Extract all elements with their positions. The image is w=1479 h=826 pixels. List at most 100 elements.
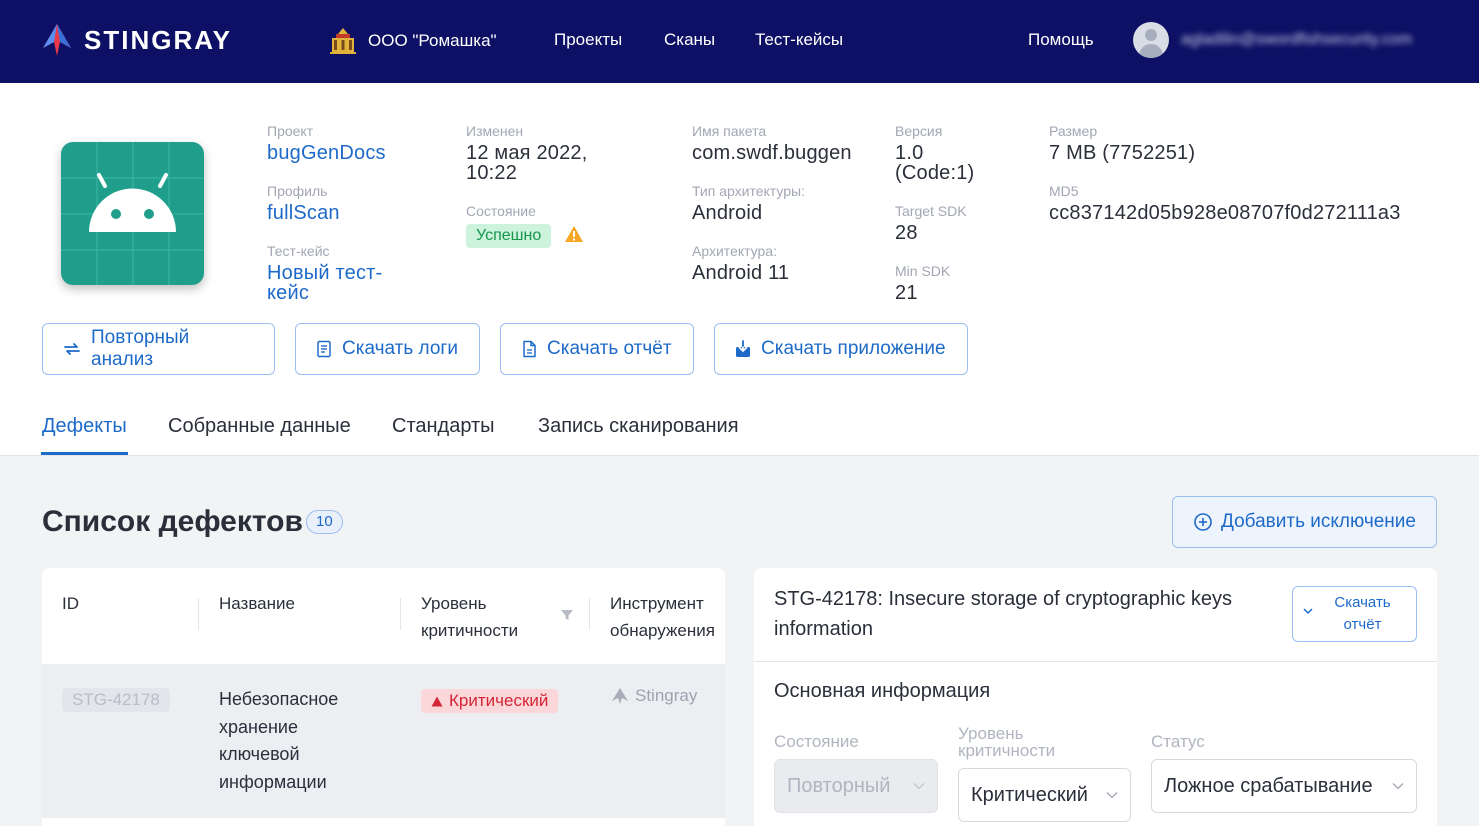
defect-name-line: хранение [219, 716, 298, 737]
basic-info-heading: Основная информация [774, 680, 991, 702]
defect-detail-title-line2: information [774, 618, 873, 640]
status-badge: Успешно [466, 224, 552, 248]
column-header-severity-line1: Уровень [421, 594, 487, 613]
column-header-id[interactable]: ID [62, 590, 79, 617]
severity-badge-label: Критический [449, 691, 549, 710]
top-navigation-bar: STINGRAY ООО "Ромашка" Проекты Сканы Тес… [0, 0, 1479, 83]
defects-list-title: Список дефектов [42, 505, 303, 538]
nav-test-cases[interactable]: Тест-кейсы [755, 30, 843, 50]
warning-icon[interactable] [564, 225, 584, 243]
download-app-button[interactable]: Скачать приложение [714, 323, 968, 375]
changed-date: 12 мая 2022, [466, 142, 588, 164]
md5-field: MD5 cc837142d05b928e08707f0d272111a3 [1049, 183, 1401, 223]
size-label: Размер [1049, 123, 1098, 139]
nav-help[interactable]: Помощь [1028, 30, 1094, 50]
state-select-value: Повторный [787, 774, 891, 797]
arch-label: Архитектура: [692, 243, 777, 259]
divider [754, 661, 1437, 662]
app-android-icon [61, 142, 204, 285]
column-header-tool-line2: обнаружения [610, 621, 715, 640]
version-value: 1.0 (Code:1) [895, 143, 974, 183]
project-label: Проект [267, 123, 314, 139]
alert-triangle-icon [431, 696, 443, 706]
tab-scan-recording[interactable]: Запись сканирования [538, 415, 739, 438]
scan-info-panel: Проект bugGenDocs Профиль fullScan Тест-… [0, 83, 1479, 456]
size-value: 7 MB (7752251) [1049, 142, 1196, 164]
column-divider [589, 598, 590, 630]
chevron-down-icon [1106, 792, 1118, 799]
state-select-label: Состояние [774, 732, 859, 751]
testcase-link[interactable]: Новый тест- кейс [267, 263, 382, 303]
state-label: Состояние [466, 203, 536, 219]
severity-badge: Критический [421, 689, 559, 713]
log-file-icon [317, 340, 331, 358]
stingray-logo[interactable]: STINGRAY [40, 22, 232, 58]
tab-collected-data[interactable]: Собранные данные [168, 415, 351, 438]
project-link[interactable]: bugGenDocs [267, 143, 386, 163]
reanalyze-button[interactable]: Повторный анализ [42, 323, 275, 375]
testcase-field: Тест-кейс Новый тест- кейс [267, 243, 382, 303]
version-number: 1.0 [895, 142, 924, 164]
stingray-logo-icon [43, 24, 71, 56]
organization-selector[interactable]: ООО "Ромашка" [328, 26, 497, 56]
defect-name-line: Небезопасное [219, 689, 339, 709]
column-header-severity[interactable]: Уровень критичности [421, 590, 518, 644]
defect-id: STG-42178 [62, 688, 170, 712]
nav-projects[interactable]: Проекты [554, 30, 622, 50]
min-sdk-value: 21 [895, 282, 918, 304]
column-divider [400, 598, 401, 630]
download-defect-report-button[interactable]: Скачать отчёт [1292, 586, 1417, 642]
profile-label: Профиль [267, 183, 328, 199]
target-sdk-label: Target SDK [895, 203, 967, 219]
project-field: Проект bugGenDocs [267, 123, 386, 163]
arch-type-value: Android [692, 202, 763, 224]
package-value: com.swdf.buggen [692, 142, 852, 164]
severity-select-label: Уровень критичности [958, 725, 1055, 759]
min-sdk-label: Min SDK [895, 263, 951, 279]
table-row[interactable]: STG-42178 Небезопасное хранение ключевой… [42, 664, 725, 818]
download-report-button[interactable]: Скачать отчёт [500, 323, 694, 375]
download-defect-report-line1: Скачать [1334, 594, 1391, 611]
filter-icon[interactable] [560, 608, 574, 622]
download-logs-button[interactable]: Скачать логи [295, 323, 480, 375]
download-report-button-label: Скачать отчёт [547, 338, 672, 359]
scan-tabs: Дефекты Собранные данные Стандарты Запис… [0, 411, 900, 456]
target-sdk-value: 28 [895, 222, 918, 244]
changed-field: Изменен 12 мая 2022, 10:22 [466, 123, 588, 183]
arch-type-field: Тип архитектуры: Android [692, 183, 805, 223]
defect-name-line: информации [219, 771, 327, 792]
user-menu[interactable]: agladilin@swordfishsecurity.com [1133, 22, 1412, 58]
tab-defects[interactable]: Дефекты [42, 415, 127, 438]
chevron-down-icon [1303, 608, 1313, 615]
status-select[interactable]: Ложное срабатывание [1151, 759, 1417, 813]
column-header-tool-line1: Инструмент [610, 594, 704, 613]
nav-scans[interactable]: Сканы [664, 30, 715, 50]
profile-link[interactable]: fullScan [267, 203, 340, 223]
plus-circle-icon [1194, 513, 1212, 531]
defect-detail-title: STG-42178: Insecure storage of cryptogra… [774, 584, 1274, 644]
add-exception-button-label: Добавить исключение [1221, 511, 1416, 532]
package-label: Имя пакета [692, 123, 767, 139]
add-exception-button[interactable]: Добавить исключение [1172, 496, 1437, 548]
tab-standards[interactable]: Стандарты [392, 415, 495, 438]
download-logs-button-label: Скачать логи [342, 338, 458, 359]
severity-select[interactable]: Критический [958, 768, 1131, 822]
severity-select-label-line2: критичности [958, 741, 1056, 760]
defects-table: ID Название Уровень критичности Инструме… [42, 568, 725, 826]
brand-name: STINGRAY [84, 24, 232, 55]
organization-name: ООО "Ромашка" [368, 31, 497, 50]
changed-value: 12 мая 2022, 10:22 [466, 143, 588, 183]
testcase-label: Тест-кейс [267, 243, 330, 259]
status-select-label: Статус [1151, 732, 1205, 751]
version-code: (Code:1) [895, 162, 975, 184]
column-header-tool[interactable]: Инструмент обнаружения [610, 590, 715, 644]
state-field: Состояние Успешно [466, 203, 584, 248]
size-field: Размер 7 MB (7752251) [1049, 123, 1195, 163]
defect-detail-panel: STG-42178: Insecure storage of cryptogra… [754, 568, 1437, 826]
download-defect-report-line2: отчёт [1343, 616, 1382, 633]
version-label: Версия [895, 123, 943, 139]
column-header-name[interactable]: Название [219, 590, 295, 617]
download-app-button-label: Скачать приложение [761, 338, 946, 359]
package-field: Имя пакета com.swdf.buggen [692, 123, 852, 163]
arch-field: Архитектура: Android 11 [692, 243, 789, 283]
